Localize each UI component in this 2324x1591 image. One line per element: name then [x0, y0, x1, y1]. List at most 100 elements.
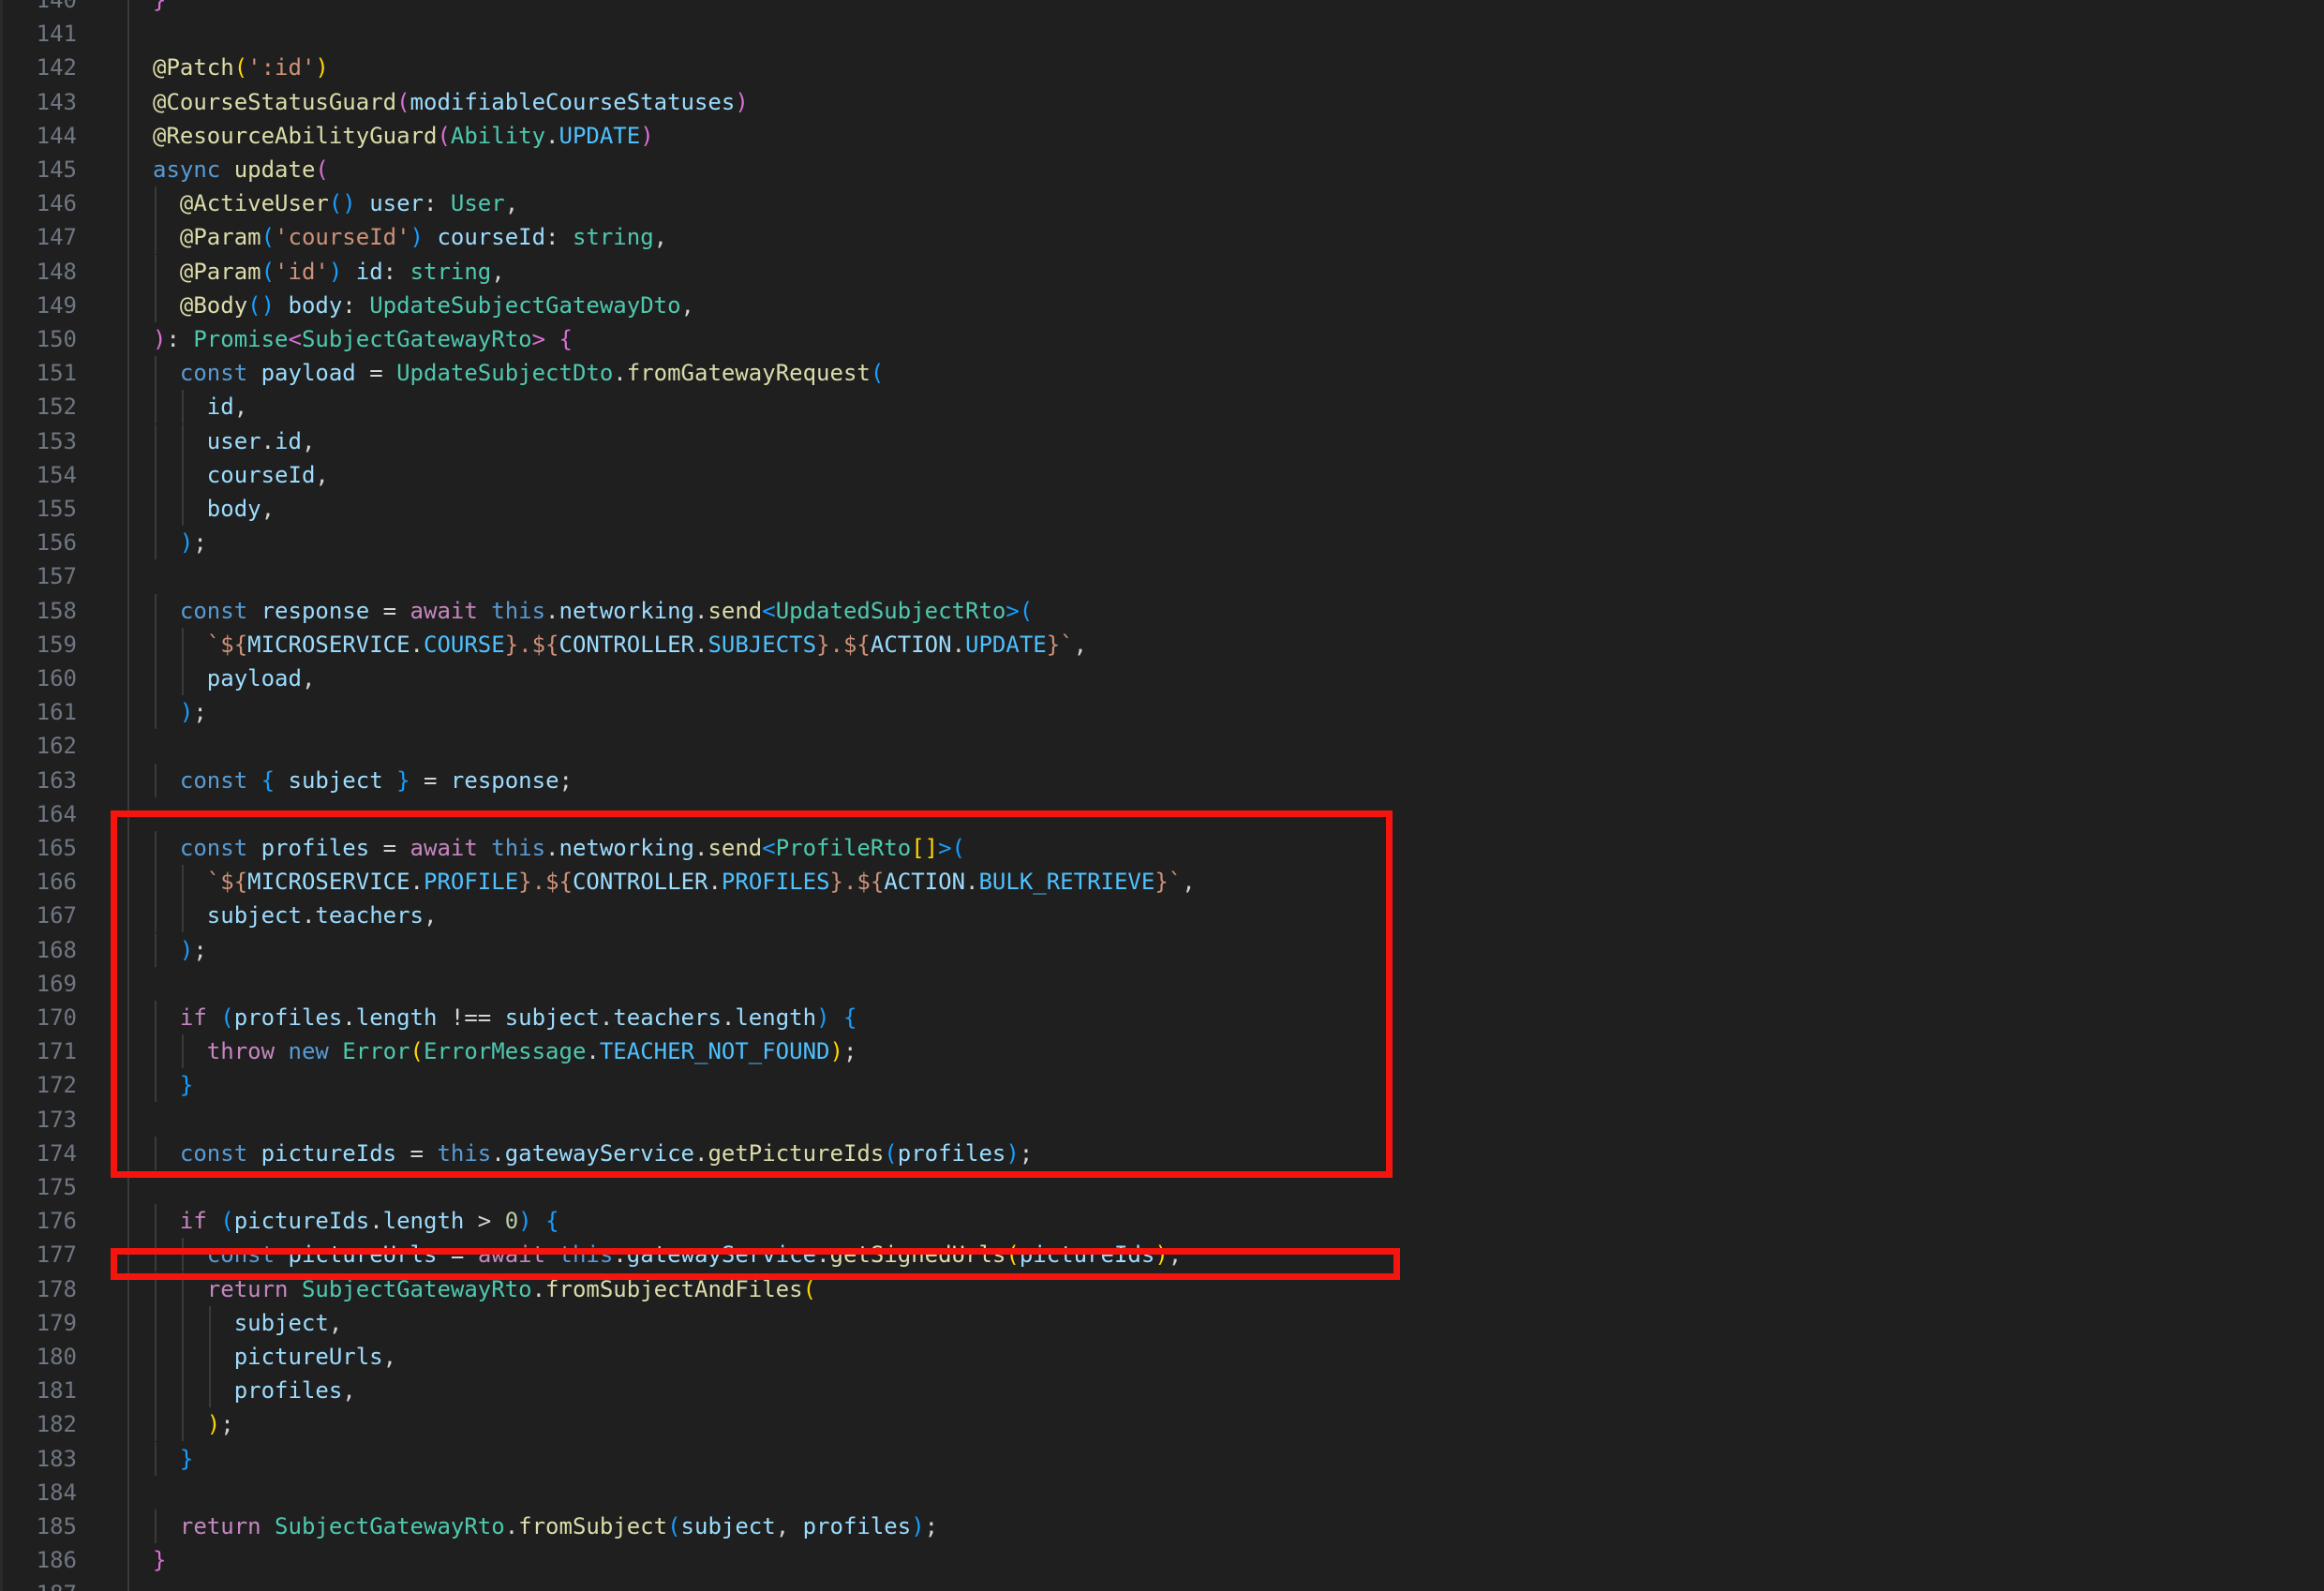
code-token: response	[261, 597, 370, 624]
code-token: Ability	[450, 122, 546, 149]
code-token: :	[166, 326, 194, 352]
line-number: 174	[36, 1139, 77, 1167]
code-token: pictureIds	[1019, 1242, 1155, 1269]
code-token: payload	[261, 360, 356, 387]
code-line[interactable]: 161);	[0, 695, 2324, 730]
code-line[interactable]: 182);	[0, 1407, 2324, 1442]
code-token: ,	[342, 1377, 356, 1405]
indent-guide	[155, 695, 156, 730]
code-text: const profiles = await this.networking.s…	[180, 831, 965, 865]
code-text: );	[180, 933, 207, 967]
code-token: (	[802, 1275, 817, 1302]
code-line[interactable]: 186}	[0, 1543, 2324, 1577]
code-token: @Patch	[153, 54, 234, 82]
code-token: this	[491, 835, 546, 861]
code-line[interactable]: 174 const pictureIds = this.gatewayServic…	[0, 1136, 2324, 1170]
code-line[interactable]: 181 profiles,	[0, 1374, 2324, 1408]
code-line[interactable]: 159 `${MICROSERVICE.COURSE}.${CONTROLLER.…	[0, 627, 2324, 662]
indent-guide	[181, 390, 184, 424]
code-token: ;	[842, 1038, 857, 1065]
code-line[interactable]: 153 user.id,	[0, 424, 2324, 458]
code-line[interactable]: 168);	[0, 932, 2324, 967]
code-token: subject	[233, 1309, 329, 1336]
code-line[interactable]: 158 const response = await this.networkin…	[0, 593, 2324, 628]
code-token: fromGatewayRequest	[626, 360, 871, 387]
code-line[interactable]: 165 const profiles = await this.networkin…	[0, 831, 2324, 865]
code-token: (	[884, 1139, 898, 1167]
code-line[interactable]: 169	[0, 967, 2324, 1001]
code-line[interactable]: 149 @Body() body: UpdateSubjectGatewayDto…	[0, 288, 2324, 322]
indent-guide	[155, 1001, 156, 1034]
code-line[interactable]: 178 return SubjectGatewayRto.fromSubjectA…	[0, 1271, 2324, 1306]
code-line[interactable]: 151 const payload = UpdateSubjectDto.from…	[0, 356, 2324, 391]
code-line[interactable]: 184	[0, 1476, 2324, 1509]
code-token: (	[667, 1513, 681, 1539]
code-line[interactable]: 154 courseId,	[0, 457, 2324, 492]
code-line[interactable]: 147 @Param('courseId') courseId: string,	[0, 220, 2324, 255]
code-token: body	[206, 496, 261, 522]
code-token: .	[491, 1139, 505, 1167]
code-token: (	[870, 360, 885, 387]
indent-guide	[155, 1305, 156, 1340]
code-token: =	[355, 360, 397, 387]
line-number: 154	[36, 461, 77, 488]
code-line[interactable]: 155 body,	[0, 492, 2324, 526]
code-line[interactable]: 175	[0, 1170, 2324, 1204]
code-token: .	[531, 869, 546, 896]
code-token: id	[342, 258, 383, 285]
code-line[interactable]: 179 subject,	[0, 1305, 2324, 1340]
code-token: subject	[680, 1513, 776, 1539]
code-token: ,	[491, 258, 505, 285]
code-line[interactable]: 173	[0, 1103, 2324, 1137]
code-line[interactable]: 170 if (profiles.length !== subject.teach…	[0, 1001, 2324, 1034]
code-token: =	[369, 835, 410, 861]
code-line[interactable]: 180 pictureUrls,	[0, 1340, 2324, 1374]
code-text: @ResourceAbilityGuard(Ability.UPDATE)	[153, 119, 654, 153]
code-line[interactable]: 148 @Param('id') id: string,	[0, 254, 2324, 289]
code-text: subject.teachers,	[207, 899, 438, 932]
code-token: .	[951, 631, 966, 658]
code-line[interactable]: 150): Promise<SubjectGatewayRto> {	[0, 322, 2324, 356]
code-editor[interactable]: 140} 141 142 @Patch(':id') 143 @CourseStatusG…	[0, 0, 2324, 1591]
code-text: @CourseStatusGuard(modifiableCourseStatu…	[153, 85, 749, 119]
code-token: =	[437, 1242, 478, 1269]
code-line[interactable]: 160 payload,	[0, 662, 2324, 695]
code-token: TEACHER_NOT_FOUND	[599, 1038, 830, 1065]
code-line[interactable]: 157	[0, 559, 2324, 593]
code-line[interactable]: 177 const pictureUrls = await this.gatewa…	[0, 1238, 2324, 1272]
code-token: ':id'	[247, 54, 316, 82]
code-token: )	[179, 699, 194, 726]
code-line[interactable]: 144 @ResourceAbilityGuard(Ability.UPDATE)	[0, 119, 2324, 153]
code-line[interactable]: 172}	[0, 1068, 2324, 1103]
code-token: new	[288, 1038, 343, 1065]
code-line[interactable]: 156);	[0, 526, 2324, 560]
code-text: @Param('id') id: string,	[180, 255, 505, 289]
code-line[interactable]: 171 throw new Error(ErrorMessage.TEACHER_…	[0, 1034, 2324, 1069]
code-line[interactable]: 185 return SubjectGatewayRto.fromSubject(…	[0, 1509, 2324, 1543]
indent-guide	[155, 865, 156, 900]
code-token: ,	[328, 1309, 343, 1336]
code-line[interactable]: 152 id,	[0, 390, 2324, 424]
code-token: networking	[559, 597, 695, 624]
code-line[interactable]: 145 async update(	[0, 153, 2324, 186]
code-line[interactable]: 146 @ActiveUser() user: User,	[0, 186, 2324, 221]
code-line[interactable]: 176 if (pictureIds.length > 0) {	[0, 1204, 2324, 1239]
code-line[interactable]: 141	[0, 17, 2324, 51]
code-line[interactable]: 163 const { subject } = response;	[0, 763, 2324, 797]
code-line[interactable]: 143 @CourseStatusGuard(modifiableCourseSt…	[0, 85, 2324, 119]
code-line[interactable]: 164	[0, 797, 2324, 831]
code-line[interactable]: 142 @Patch(':id')	[0, 51, 2324, 84]
code-line[interactable]: 166 `${MICROSERVICE.PROFILE}.${CONTROLLER…	[0, 865, 2324, 900]
code-line[interactable]: 140}	[0, 0, 2324, 17]
line-number: 145	[36, 156, 77, 183]
indent-guide	[155, 1204, 156, 1239]
code-line[interactable]: 183}	[0, 1441, 2324, 1476]
line-number: 170	[36, 1004, 77, 1031]
code-token: ACTION	[884, 869, 966, 896]
code-text: courseId,	[207, 458, 329, 492]
code-token: UPDATE	[559, 122, 641, 149]
code-line[interactable]: 162	[0, 729, 2324, 763]
code-token: >(	[938, 835, 966, 861]
code-line[interactable]: 187	[0, 1577, 2324, 1591]
code-line[interactable]: 167 subject.teachers,	[0, 899, 2324, 933]
